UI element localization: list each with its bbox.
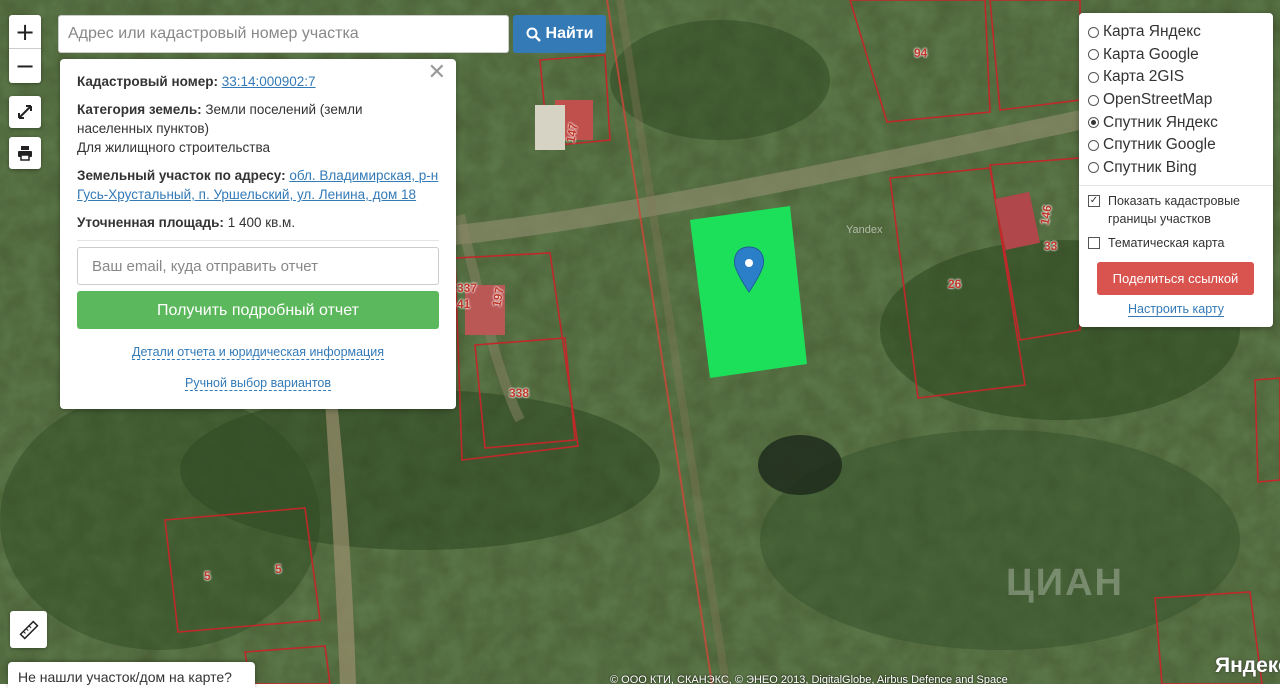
divider [1079, 185, 1273, 187]
show-borders-label: Показать кадастровые границы участков [1108, 194, 1241, 227]
plot-label: 5 [204, 569, 211, 583]
share-link-button[interactable]: Поделиться ссылкой [1097, 262, 1254, 296]
plot-label: 338 [509, 386, 530, 400]
expand-icon [18, 105, 32, 119]
search-button[interactable]: Найти [513, 15, 606, 53]
manual-selection-link[interactable]: Ручной выбор вариантов [185, 376, 331, 391]
yandex-mark: Yandex [846, 224, 883, 236]
zoom-in-button[interactable]: + [9, 15, 41, 49]
fullscreen-button[interactable] [9, 96, 41, 128]
radio-icon [1088, 94, 1099, 106]
search-button-label: Найти [545, 25, 594, 42]
layer-option[interactable]: OpenStreetMap [1088, 89, 1264, 112]
layer-switcher-panel: Карта Яндекс Карта Google Карта 2GIS Ope… [1079, 13, 1273, 327]
search-icon [526, 27, 541, 42]
close-icon[interactable]: ✕ [428, 62, 446, 84]
plot-label: 5 [275, 562, 282, 576]
category-label: Категория земель: [77, 102, 202, 117]
watermark: ЦИАН [1006, 562, 1124, 604]
plot-label: 337 [457, 281, 478, 295]
layer-option[interactable]: Карта Яндекс [1088, 21, 1264, 44]
plot-label: 26 [948, 277, 962, 291]
plot-label: 41 [457, 297, 471, 311]
layer-option[interactable]: Карта 2GIS [1088, 66, 1264, 89]
zoom-control: + − [9, 15, 41, 83]
zoom-out-button[interactable]: − [9, 49, 41, 82]
layer-option-label: Карта Яндекс [1103, 23, 1201, 41]
layer-option-label: Спутник Google [1103, 136, 1216, 154]
print-button[interactable] [9, 137, 41, 169]
radio-icon [1088, 49, 1099, 61]
show-borders-checkbox[interactable]: ✓ Показать кадастровые границы участков [1088, 192, 1264, 228]
yandex-logo: Яндекс [1215, 654, 1280, 677]
layer-option[interactable]: Спутник Яндекс [1088, 111, 1264, 134]
address-label: Земельный участок по адресу: [77, 168, 286, 183]
checkbox-checked-icon: ✓ [1088, 195, 1100, 208]
radio-icon [1088, 26, 1099, 38]
report-details-link[interactable]: Детали отчета и юридическая информация [132, 345, 384, 360]
layer-option-label: Карта Google [1103, 45, 1199, 63]
radio-icon [1088, 71, 1099, 83]
ruler-button[interactable] [10, 611, 47, 648]
layer-option[interactable]: Спутник Google [1088, 134, 1264, 157]
ruler-icon [18, 619, 39, 640]
layer-option-label: Спутник Bing [1103, 158, 1197, 176]
thematic-map-checkbox[interactable]: Тематическая карта [1088, 234, 1264, 252]
cadastral-label: Кадастровый номер: [77, 74, 218, 89]
checkbox-icon [1088, 237, 1100, 250]
map-copyright: © ООО КТИ, СКАНЭКС, © ЭНЕО 2013, Digital… [610, 674, 1008, 684]
layer-option-label: OpenStreetMap [1103, 91, 1213, 109]
email-input[interactable] [77, 247, 439, 285]
layer-option[interactable]: Спутник Bing [1088, 157, 1264, 180]
area-value: 1 400 кв.м. [227, 215, 296, 230]
get-report-button[interactable]: Получить подробный отчет [77, 291, 439, 329]
plot-label: 94 [914, 46, 928, 60]
area-label: Уточненная площадь: [77, 215, 224, 230]
plot-label: 33 [1044, 239, 1058, 253]
divider [77, 240, 439, 241]
configure-map-link[interactable]: Настроить карту [1127, 302, 1225, 318]
not-found-button[interactable]: Не нашли участок/дом на карте? [8, 662, 255, 688]
radio-selected-icon [1088, 117, 1099, 129]
thematic-map-label: Тематическая карта [1108, 236, 1225, 251]
layer-option-label: Спутник Яндекс [1103, 113, 1218, 131]
cadastral-number-link[interactable]: 33:14:000902:7 [222, 74, 316, 89]
radio-icon [1088, 162, 1099, 174]
printer-icon [18, 146, 32, 161]
layer-option-label: Карта 2GIS [1103, 68, 1185, 86]
parcel-info-panel: ✕ Кадастровый номер: 33:14:000902:7 Кате… [60, 59, 456, 409]
land-use-value: Для жилищного строительства [77, 140, 270, 155]
search-input[interactable] [58, 15, 509, 53]
layer-option[interactable]: Карта Google [1088, 44, 1264, 67]
radio-icon [1088, 139, 1099, 151]
